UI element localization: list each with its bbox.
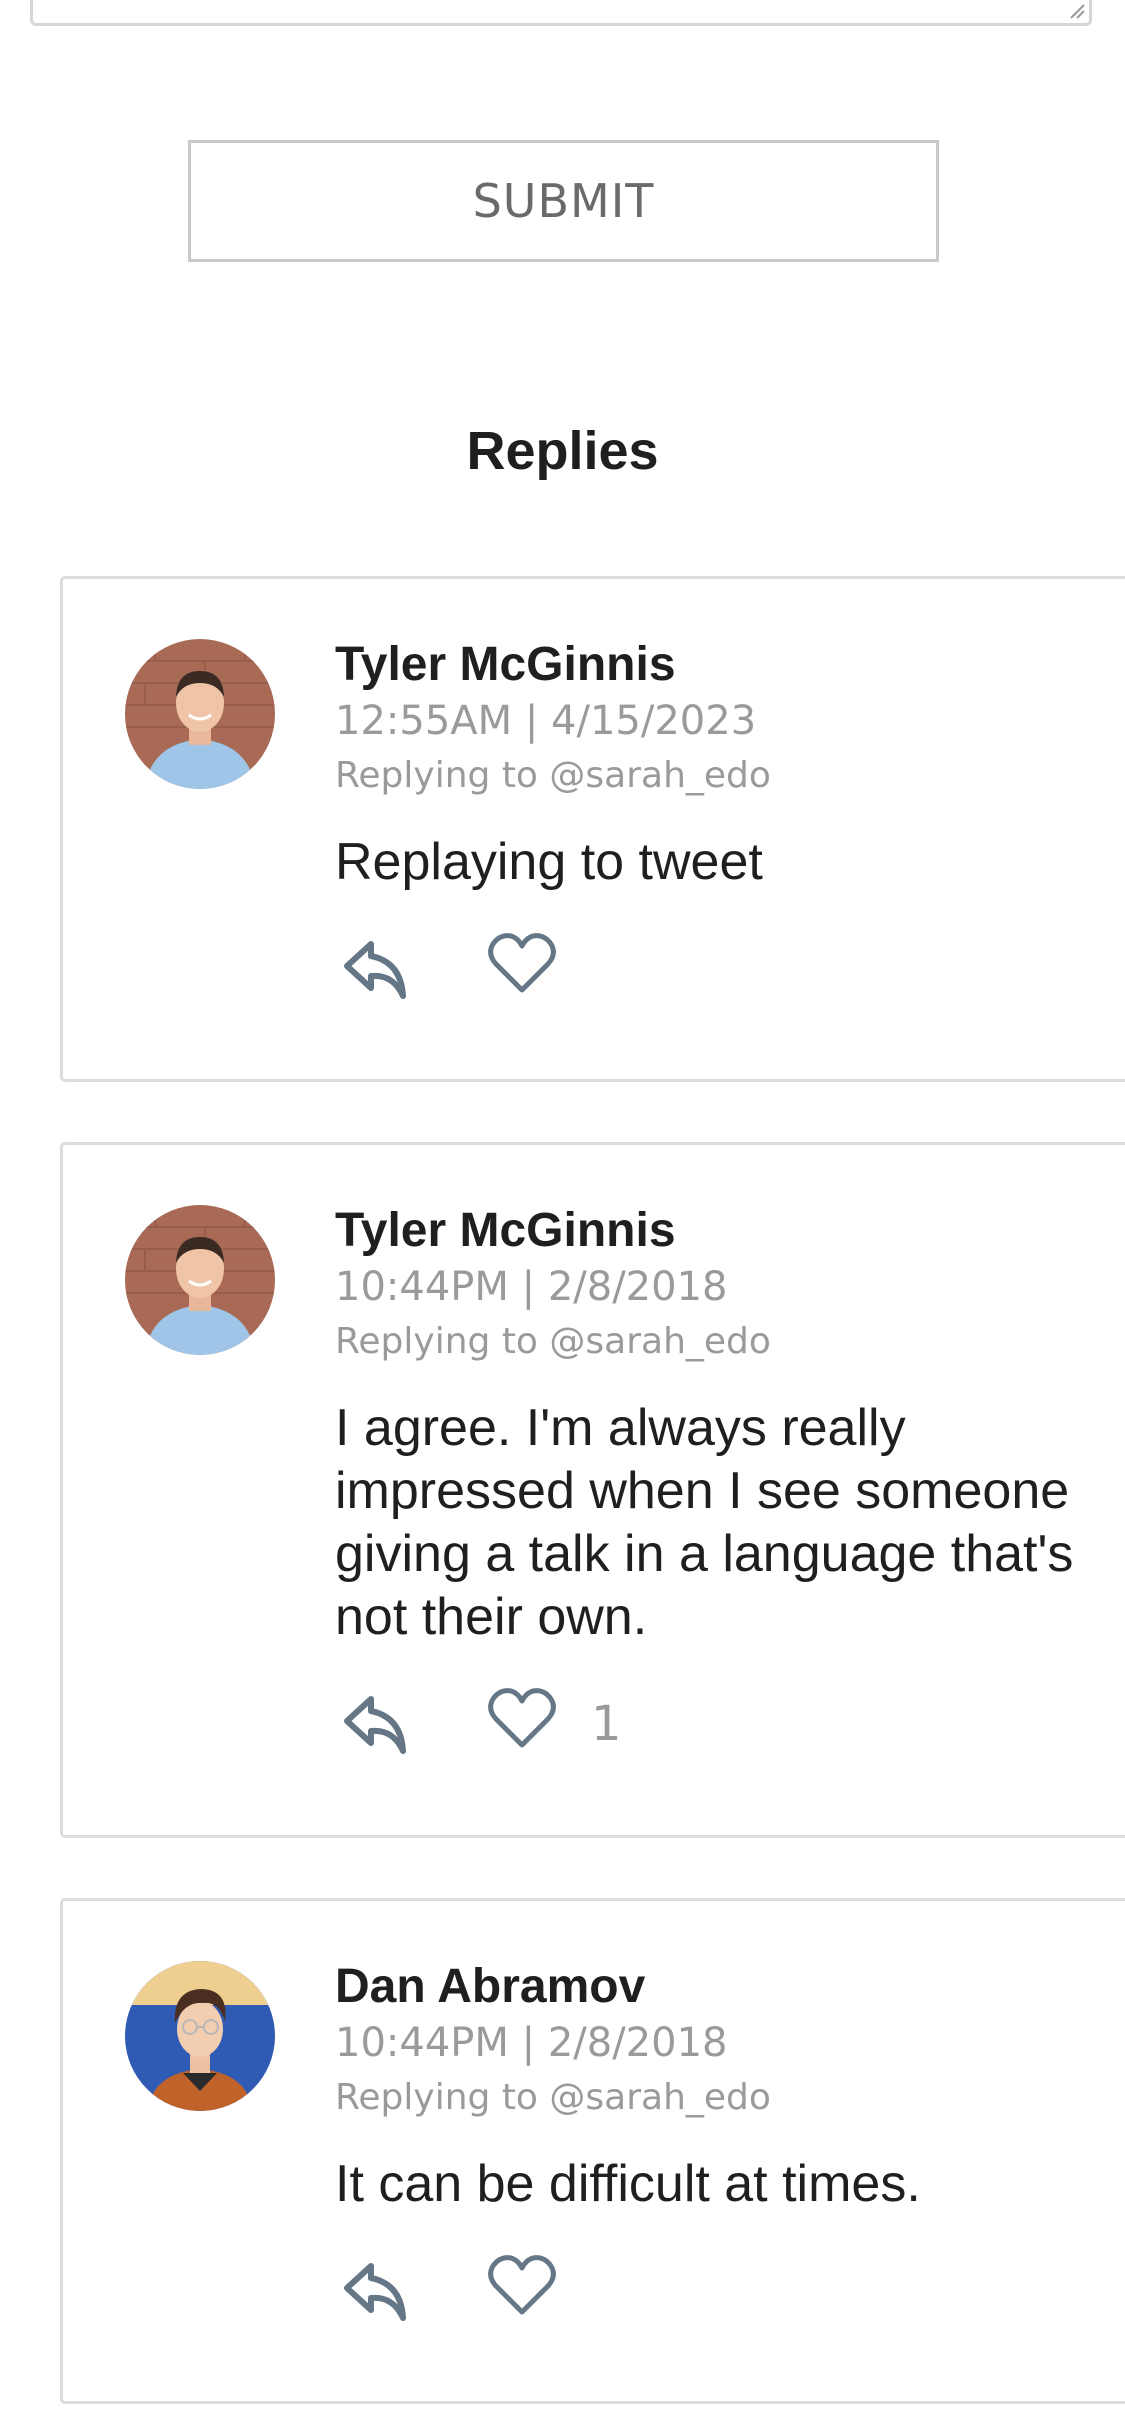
heart-outline-icon[interactable] (487, 2252, 557, 2318)
reply-actions: 1 (335, 1688, 1125, 1771)
resize-grip-icon[interactable] (1067, 1, 1085, 19)
reply-card: Tyler McGinnis 12:55AM | 4/15/2023 Reply… (60, 576, 1125, 1082)
reply-card: Tyler McGinnis 10:44PM | 2/8/2018 Replyi… (60, 1142, 1125, 1838)
heart-outline-icon[interactable] (487, 930, 557, 996)
reply-card: Dan Abramov 10:44PM | 2/8/2018 Replying … (60, 1898, 1125, 2404)
replying-to-label[interactable]: Replying to @sarah_edo (335, 749, 1125, 803)
reply-timestamp: 10:44PM | 2/8/2018 (335, 2020, 728, 2066)
reply-text: It can be difficult at times. (335, 2155, 921, 2213)
author-name[interactable]: Dan Abramov (335, 1959, 1125, 2015)
submit-button[interactable]: SUBMIT (188, 140, 939, 262)
replying-to-label[interactable]: Replying to @sarah_edo (335, 1315, 1125, 1369)
replies-heading: Replies (466, 421, 659, 481)
replying-to-label[interactable]: Replying to @sarah_edo (335, 2071, 1125, 2125)
reply-actions (335, 933, 1125, 1016)
reply-text: I agree. I'm always really impressed whe… (335, 1399, 1074, 1646)
author-avatar[interactable] (125, 1961, 275, 2111)
author-avatar[interactable] (125, 1205, 275, 1355)
heart-outline-icon[interactable] (487, 1685, 557, 1751)
reply-timestamp: 12:55AM | 4/15/2023 (335, 698, 757, 744)
author-avatar[interactable] (125, 639, 275, 789)
author-name[interactable]: Tyler McGinnis (335, 637, 1125, 693)
reply-textarea[interactable] (30, 0, 1092, 26)
reply-actions (335, 2255, 1125, 2338)
reply-arrow-icon[interactable] (341, 936, 409, 1002)
author-name[interactable]: Tyler McGinnis (335, 1203, 1125, 1259)
reply-arrow-icon[interactable] (341, 1691, 409, 1757)
like-count: 1 (591, 1696, 622, 1752)
reply-arrow-icon[interactable] (341, 2258, 409, 2324)
reply-text: Replaying to tweet (335, 833, 763, 891)
reply-timestamp: 10:44PM | 2/8/2018 (335, 1264, 728, 1310)
